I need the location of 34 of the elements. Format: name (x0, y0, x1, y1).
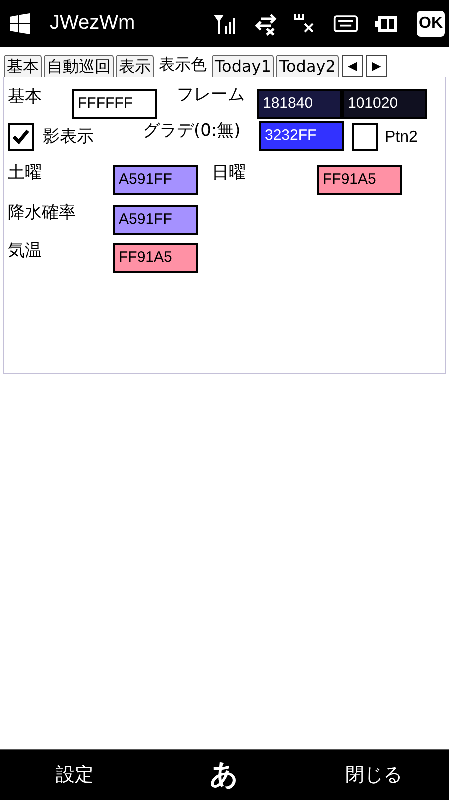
color-field[interactable]: 181840 (257, 89, 342, 119)
checkbox[interactable] (352, 123, 378, 151)
field-label: グラデ(0:無) (143, 120, 242, 142)
field-label: 日曜 (212, 162, 247, 184)
scroll-right-button[interactable]: ▶ (366, 55, 387, 77)
field-label: フレーム (177, 84, 246, 106)
input-mode-button[interactable]: あ (150, 750, 300, 800)
color-field[interactable]: A591FF (113, 205, 198, 235)
color-field[interactable]: 3232FF (259, 121, 344, 151)
color-field[interactable]: 101020 (342, 89, 427, 119)
settings-softkey[interactable]: 設定 (0, 750, 150, 800)
tab[interactable]: Today1 (212, 55, 274, 77)
tab[interactable]: 自動巡回 (44, 55, 114, 77)
field-label: 降水確率 (8, 202, 77, 224)
checkbox-label: 影表示 (43, 126, 95, 148)
data-connection-icon[interactable] (253, 12, 279, 36)
color-field[interactable]: FF91A5 (113, 243, 198, 273)
field-label: 基本 (8, 86, 43, 108)
check-icon (11, 127, 31, 147)
tab[interactable]: 基本 (4, 55, 42, 77)
field-label: 土曜 (8, 162, 43, 184)
color-field[interactable]: FF91A5 (317, 165, 402, 195)
scroll-left-button[interactable]: ◀ (342, 55, 363, 77)
checkbox[interactable] (8, 123, 34, 151)
close-softkey[interactable]: 閉じる (299, 750, 449, 800)
field-label: 気温 (8, 240, 43, 262)
tab[interactable]: 表示 (116, 55, 154, 77)
color-field[interactable]: A591FF (113, 165, 198, 195)
tab[interactable]: Today2 (276, 55, 339, 77)
app-title: JWezWm (50, 12, 136, 35)
windows-logo-icon[interactable] (8, 12, 32, 36)
ok-button[interactable]: OK (417, 10, 445, 36)
color-field[interactable]: FFFFFF (72, 89, 157, 119)
checkbox-label: Ptn2 (385, 129, 418, 147)
